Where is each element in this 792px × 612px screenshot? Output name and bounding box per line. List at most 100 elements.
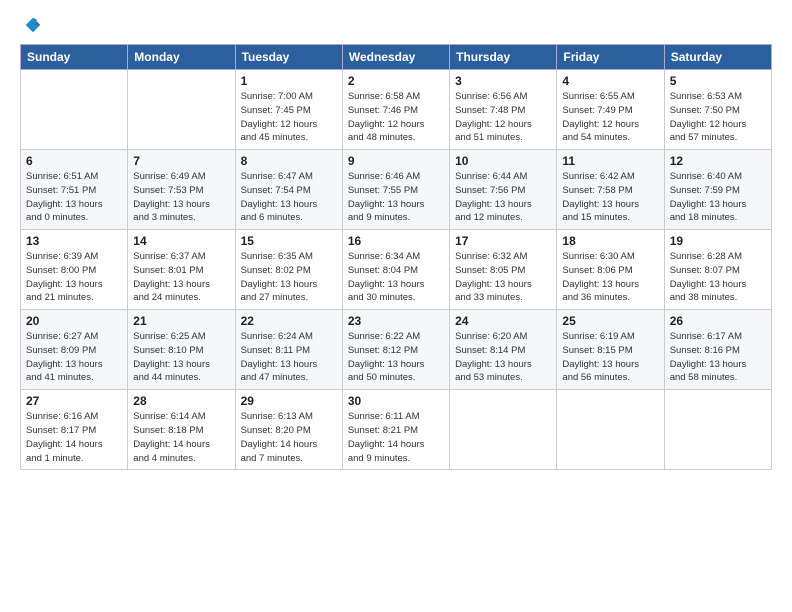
calendar-cell [557,390,664,470]
day-info: Sunrise: 6:13 AM Sunset: 8:20 PM Dayligh… [241,410,337,465]
calendar-cell: 1 Sunrise: 7:00 AM Sunset: 7:45 PM Daylig… [235,70,342,150]
day-info: Sunrise: 6:11 AM Sunset: 8:21 PM Dayligh… [348,410,444,465]
calendar-cell: 19 Sunrise: 6:28 AM Sunset: 8:07 PM Dayli… [664,230,771,310]
day-number: 15 [241,234,337,248]
day-number: 25 [562,314,658,328]
day-number: 8 [241,154,337,168]
calendar-cell: 26Sunrise: 6:17 AM Sunset: 8:16 PM Dayli… [664,310,771,390]
day-info: Sunrise: 6:25 AM Sunset: 8:10 PM Dayligh… [133,330,229,385]
day-number: 24 [455,314,551,328]
calendar-cell: 13Sunrise: 6:39 AM Sunset: 8:00 PM Dayli… [21,230,128,310]
day-number: 17 [455,234,551,248]
day-number: 1 [241,74,337,88]
col-header-friday: Friday [557,45,664,70]
logo [20,16,42,34]
col-header-thursday: Thursday [450,45,557,70]
day-number: 22 [241,314,337,328]
calendar-cell: 23 Sunrise: 6:22 AM Sunset: 8:12 PM Dayli… [342,310,449,390]
day-info: Sunrise: 6:19 AM Sunset: 8:15 PM Dayligh… [562,330,658,385]
day-number: 10 [455,154,551,168]
calendar-cell: 24 Sunrise: 6:20 AM Sunset: 8:14 PM Dayli… [450,310,557,390]
col-header-wednesday: Wednesday [342,45,449,70]
day-number: 21 [133,314,229,328]
day-info: Sunrise: 6:22 AM Sunset: 8:12 PM Dayligh… [348,330,444,385]
day-info: Sunrise: 6:53 AM Sunset: 7:50 PM Dayligh… [670,90,766,145]
calendar-cell: 21 Sunrise: 6:25 AM Sunset: 8:10 PM Dayli… [128,310,235,390]
day-number: 2 [348,74,444,88]
calendar-cell: 7Sunrise: 6:49 AM Sunset: 7:53 PM Daylig… [128,150,235,230]
day-info: Sunrise: 6:16 AM Sunset: 8:17 PM Dayligh… [26,410,122,465]
calendar-cell: 18 Sunrise: 6:30 AM Sunset: 8:06 PM Dayli… [557,230,664,310]
day-info: Sunrise: 6:56 AM Sunset: 7:48 PM Dayligh… [455,90,551,145]
week-row-3: 20Sunrise: 6:27 AM Sunset: 8:09 PM Dayli… [21,310,772,390]
day-info: Sunrise: 6:51 AM Sunset: 7:51 PM Dayligh… [26,170,122,225]
calendar-cell: 9 Sunrise: 6:46 AM Sunset: 7:55 PM Daylig… [342,150,449,230]
day-number: 14 [133,234,229,248]
calendar-cell: 16 Sunrise: 6:34 AM Sunset: 8:04 PM Dayli… [342,230,449,310]
calendar-cell: 17 Sunrise: 6:32 AM Sunset: 8:05 PM Dayli… [450,230,557,310]
day-info: Sunrise: 7:00 AM Sunset: 7:45 PM Dayligh… [241,90,337,145]
calendar-cell: 8 Sunrise: 6:47 AM Sunset: 7:54 PM Daylig… [235,150,342,230]
day-info: Sunrise: 6:32 AM Sunset: 8:05 PM Dayligh… [455,250,551,305]
calendar-cell [450,390,557,470]
day-info: Sunrise: 6:34 AM Sunset: 8:04 PM Dayligh… [348,250,444,305]
day-number: 5 [670,74,766,88]
day-number: 23 [348,314,444,328]
day-number: 30 [348,394,444,408]
day-info: Sunrise: 6:17 AM Sunset: 8:16 PM Dayligh… [670,330,766,385]
calendar-cell: 5 Sunrise: 6:53 AM Sunset: 7:50 PM Daylig… [664,70,771,150]
day-number: 9 [348,154,444,168]
calendar-cell: 28 Sunrise: 6:14 AM Sunset: 8:18 PM Dayli… [128,390,235,470]
day-number: 11 [562,154,658,168]
calendar-cell: 3 Sunrise: 6:56 AM Sunset: 7:48 PM Daylig… [450,70,557,150]
week-row-4: 27Sunrise: 6:16 AM Sunset: 8:17 PM Dayli… [21,390,772,470]
calendar-cell: 20Sunrise: 6:27 AM Sunset: 8:09 PM Dayli… [21,310,128,390]
day-info: Sunrise: 6:37 AM Sunset: 8:01 PM Dayligh… [133,250,229,305]
calendar-cell: 12 Sunrise: 6:40 AM Sunset: 7:59 PM Dayli… [664,150,771,230]
calendar-cell: 11 Sunrise: 6:42 AM Sunset: 7:58 PM Dayli… [557,150,664,230]
calendar-cell: 25 Sunrise: 6:19 AM Sunset: 8:15 PM Dayli… [557,310,664,390]
col-header-monday: Monday [128,45,235,70]
page: SundayMondayTuesdayWednesdayThursdayFrid… [0,0,792,612]
day-number: 19 [670,234,766,248]
calendar-cell: 10 Sunrise: 6:44 AM Sunset: 7:56 PM Dayli… [450,150,557,230]
header [20,16,772,34]
day-info: Sunrise: 6:47 AM Sunset: 7:54 PM Dayligh… [241,170,337,225]
calendar-cell: 2 Sunrise: 6:58 AM Sunset: 7:46 PM Daylig… [342,70,449,150]
day-info: Sunrise: 6:46 AM Sunset: 7:55 PM Dayligh… [348,170,444,225]
day-number: 13 [26,234,122,248]
calendar-cell: 14 Sunrise: 6:37 AM Sunset: 8:01 PM Dayli… [128,230,235,310]
day-number: 3 [455,74,551,88]
day-info: Sunrise: 6:35 AM Sunset: 8:02 PM Dayligh… [241,250,337,305]
day-info: Sunrise: 6:58 AM Sunset: 7:46 PM Dayligh… [348,90,444,145]
day-number: 18 [562,234,658,248]
day-info: Sunrise: 6:30 AM Sunset: 8:06 PM Dayligh… [562,250,658,305]
calendar-cell: 30 Sunrise: 6:11 AM Sunset: 8:21 PM Dayli… [342,390,449,470]
day-number: 12 [670,154,766,168]
col-header-sunday: Sunday [21,45,128,70]
day-number: 4 [562,74,658,88]
calendar-cell: 27Sunrise: 6:16 AM Sunset: 8:17 PM Dayli… [21,390,128,470]
day-number: 20 [26,314,122,328]
day-info: Sunrise: 6:49 AM Sunset: 7:53 PM Dayligh… [133,170,229,225]
calendar-cell [21,70,128,150]
day-number: 16 [348,234,444,248]
day-info: Sunrise: 6:40 AM Sunset: 7:59 PM Dayligh… [670,170,766,225]
day-info: Sunrise: 6:28 AM Sunset: 8:07 PM Dayligh… [670,250,766,305]
day-number: 28 [133,394,229,408]
day-info: Sunrise: 6:14 AM Sunset: 8:18 PM Dayligh… [133,410,229,465]
week-row-0: 1 Sunrise: 7:00 AM Sunset: 7:45 PM Daylig… [21,70,772,150]
calendar-cell: 29 Sunrise: 6:13 AM Sunset: 8:20 PM Dayli… [235,390,342,470]
day-number: 6 [26,154,122,168]
day-info: Sunrise: 6:20 AM Sunset: 8:14 PM Dayligh… [455,330,551,385]
calendar-cell [128,70,235,150]
header-row: SundayMondayTuesdayWednesdayThursdayFrid… [21,45,772,70]
calendar-cell: 15 Sunrise: 6:35 AM Sunset: 8:02 PM Dayli… [235,230,342,310]
calendar-cell: 4Sunrise: 6:55 AM Sunset: 7:49 PM Daylig… [557,70,664,150]
day-info: Sunrise: 6:42 AM Sunset: 7:58 PM Dayligh… [562,170,658,225]
day-info: Sunrise: 6:44 AM Sunset: 7:56 PM Dayligh… [455,170,551,225]
logo-icon [24,16,42,34]
day-number: 29 [241,394,337,408]
calendar-cell: 6 Sunrise: 6:51 AM Sunset: 7:51 PM Daylig… [21,150,128,230]
col-header-tuesday: Tuesday [235,45,342,70]
